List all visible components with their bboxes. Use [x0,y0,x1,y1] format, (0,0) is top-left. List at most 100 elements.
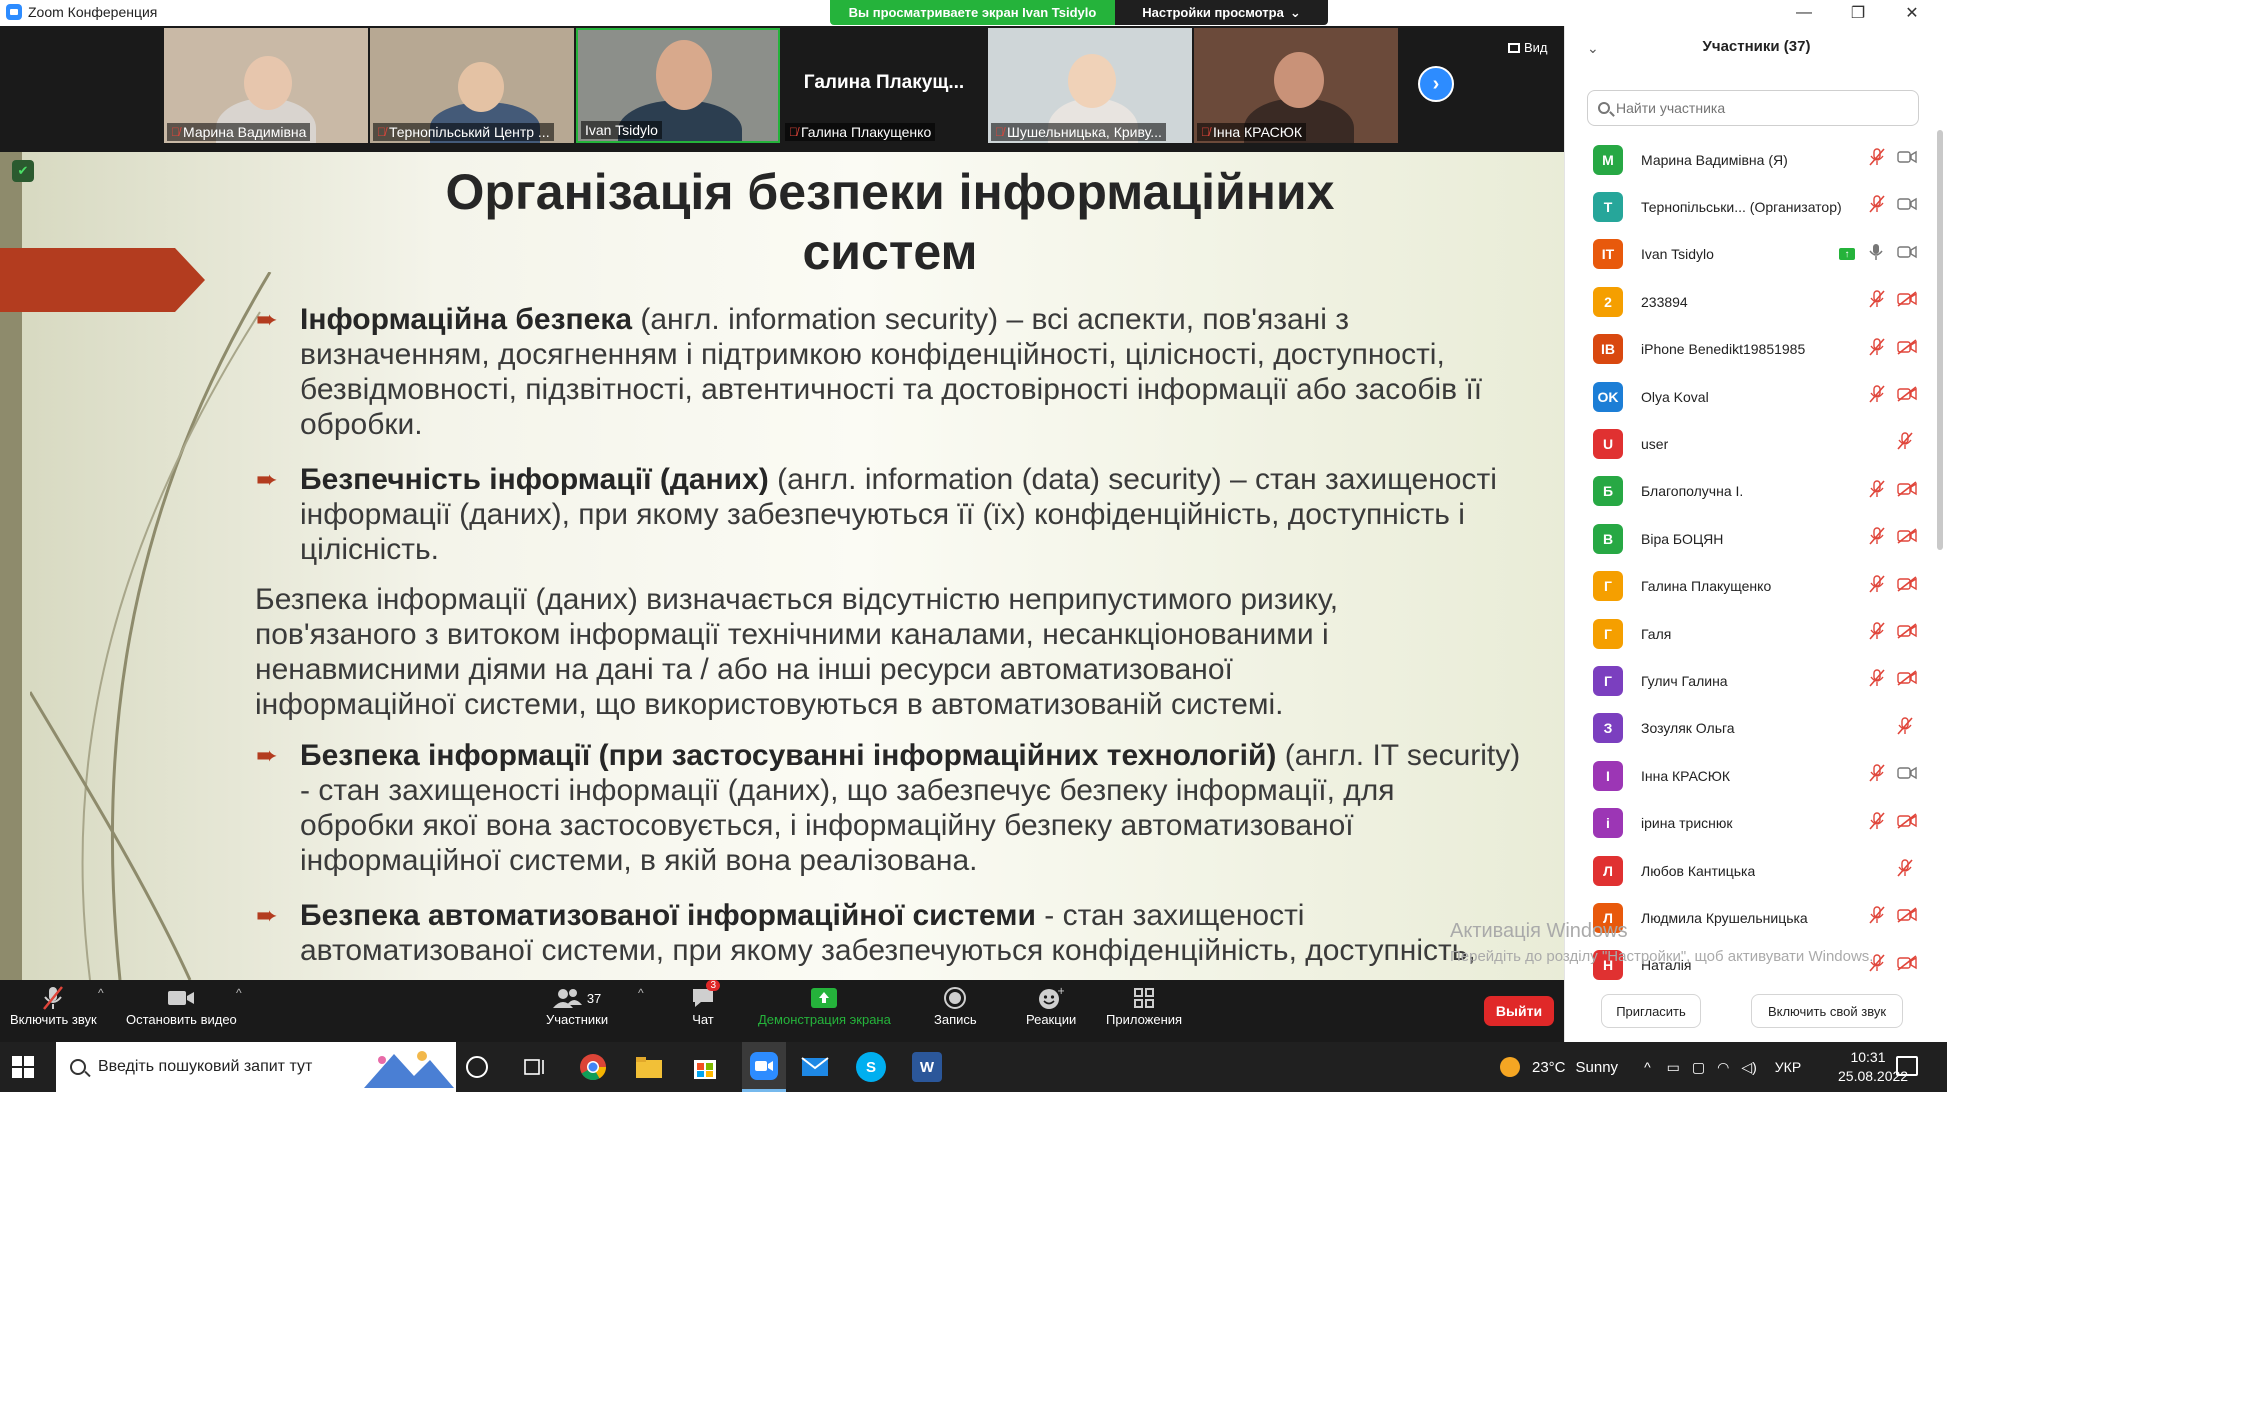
tile-name-label: 🎙̸ Тернопільський Центр ... [373,123,554,141]
panel-scrollbar[interactable] [1937,130,1943,550]
avatar: М [1593,144,1623,175]
participant-row[interactable]: І Інна КРАСЮК [1565,752,1935,799]
close-button[interactable]: ✕ [1890,0,1934,26]
chat-unread-badge: 3 [706,980,720,991]
video-tile-2[interactable]: 🎙̸ Тернопільський Центр ... [370,28,574,143]
mic-off-icon [1897,717,1913,740]
participant-row[interactable]: OK Olya Koval [1565,373,1935,420]
search-icon [70,1059,86,1075]
share-banner: Вы просматриваете экран Ivan Tsidylo Нас… [830,0,1328,25]
view-button[interactable]: Вид [1508,40,1548,55]
shield-icon[interactable]: ✔ [12,160,34,182]
slide-paragraph-3: Безпека інформації (даних) визначається … [255,583,1339,721]
video-tile-4[interactable]: Галина Плакущ... 🎙̸ Галина Плакущенко [782,28,986,143]
participants-icon: 37 [547,984,607,1012]
video-tile-5[interactable]: 🎙̸ Шушельницька, Криву... [988,28,1192,143]
speaker-icon[interactable]: ◁) [1741,1059,1756,1076]
windows-start-icon[interactable] [12,1056,34,1078]
video-camera-icon [164,984,198,1012]
language-indicator[interactable]: УКР [1775,1059,1801,1075]
participant-name: Зозуляк Ольга [1641,720,1735,737]
shared-screen-slide: ✔ Організація безпеки інформаційних сист… [0,152,1564,980]
participant-row[interactable]: Г Галина Плакущенко [1565,563,1935,610]
participant-row[interactable]: М Марина Вадимівна (Я) [1565,136,1935,183]
participant-name: user [1641,435,1669,452]
participants-options-caret-icon[interactable]: ^ [638,986,644,1000]
participant-row[interactable]: 2 233894 [1565,278,1935,325]
participant-row[interactable]: IB iPhone Benedikt19851985 [1565,326,1935,373]
apps-icon [1127,984,1161,1012]
skype-icon[interactable]: S [856,1052,886,1082]
leave-meeting-button[interactable]: Выйти [1484,996,1554,1026]
participant-row[interactable]: IT Ivan Tsidylo ↑ [1565,231,1935,278]
participant-row[interactable]: Б Благополучна І. [1565,468,1935,515]
person-head [656,40,712,110]
video-camera-icon [1897,766,1917,785]
mic-off-icon: 🎙̸ [995,125,1004,139]
avatar: IB [1593,334,1623,365]
mail-icon[interactable] [800,1052,830,1082]
unmute-button[interactable]: Включить звук [10,984,97,1027]
video-off-icon [1897,623,1917,644]
avatar: Л [1593,855,1623,886]
chevron-up-icon[interactable]: ^ [1644,1059,1651,1075]
stop-video-button[interactable]: Остановить видео [126,984,237,1027]
next-page-arrow-icon[interactable]: › [1418,66,1454,102]
chrome-icon[interactable] [578,1052,608,1082]
taskbar-clock[interactable]: 10:31 25.08.2022 [1838,1048,1908,1086]
slide-decor-curves [30,272,272,980]
word-icon[interactable]: W [912,1052,942,1082]
avatar: Г [1593,618,1623,649]
participant-row[interactable]: З Зозуляк Ольга [1565,705,1935,752]
view-options-button[interactable]: Настройки просмотра ⌄ [1115,0,1328,25]
wifi-icon[interactable]: ◠ [1717,1059,1729,1076]
avatar: IT [1593,239,1623,270]
mic-off-icon [1869,906,1885,929]
zoom-taskbar-icon[interactable] [742,1042,786,1092]
maximize-button[interactable]: ❐ [1836,0,1880,26]
microsoft-store-icon[interactable] [690,1052,720,1082]
avatar: Г [1593,571,1623,602]
mic-off-icon: 🎙̸ [1201,125,1210,139]
mic-off-icon [1869,669,1885,692]
slide-paragraph-2: Безпечність інформації (даних) (англ. in… [300,463,1497,566]
weather-condition[interactable]: Sunny [1576,1059,1619,1076]
file-explorer-icon[interactable] [634,1052,664,1082]
record-button[interactable]: Запись [934,984,977,1027]
participant-row[interactable]: Г Галя [1565,610,1935,657]
participant-row[interactable]: Г Гулич Галина [1565,657,1935,704]
invite-button[interactable]: Пригласить [1601,994,1701,1028]
participant-row[interactable]: і ірина триснюк [1565,800,1935,847]
video-tile-6[interactable]: 🎙̸ Інна КРАСЮК [1194,28,1398,143]
weather-temperature[interactable]: 23°C [1532,1059,1566,1076]
participants-panel-title: Участники (37) [1702,38,1811,55]
apps-button[interactable]: Приложения [1106,984,1182,1027]
network-icon[interactable]: ▭ [1667,1059,1680,1076]
participant-name: Марина Вадимівна (Я) [1641,151,1788,168]
participant-row[interactable]: Т Тернопільськи... (Организатор) [1565,183,1935,230]
audio-options-caret-icon[interactable]: ^ [98,986,104,1000]
cortana-icon[interactable] [466,1056,488,1078]
video-options-caret-icon[interactable]: ^ [236,986,242,1000]
share-screen-button[interactable]: Демонстрация экрана [758,984,891,1027]
notification-center-icon[interactable] [1896,1056,1918,1076]
participant-search-input[interactable] [1616,100,1906,116]
video-tile-1[interactable]: 🎙̸ Марина Вадимівна [164,28,368,143]
participants-button[interactable]: 37 Участники [546,984,608,1027]
avatar: З [1593,713,1623,744]
chat-button[interactable]: 3 Чат [686,980,720,1027]
unmute-self-button[interactable]: Включить свой звук [1751,994,1903,1028]
video-tile-3-active-speaker[interactable]: Ivan Tsidylo [576,28,780,143]
task-view-icon[interactable] [520,1052,550,1082]
participant-name: 233894 [1641,293,1688,310]
participant-row[interactable]: В Віра БОЦЯН [1565,515,1935,562]
participant-row[interactable]: Uuser [1565,420,1935,467]
mic-off-icon: 🎙̸ [789,125,798,139]
viewing-screen-badge: Вы просматриваете экран Ivan Tsidylo [830,0,1115,25]
participant-search[interactable] [1587,90,1919,126]
minimize-button[interactable]: — [1782,0,1826,26]
display-icon[interactable]: ▢ [1692,1059,1705,1076]
mic-off-icon: 🎙̸ [171,125,180,139]
participant-row[interactable]: Л Любов Кантицька [1565,847,1935,894]
reactions-button[interactable]: + Реакции [1026,984,1076,1027]
